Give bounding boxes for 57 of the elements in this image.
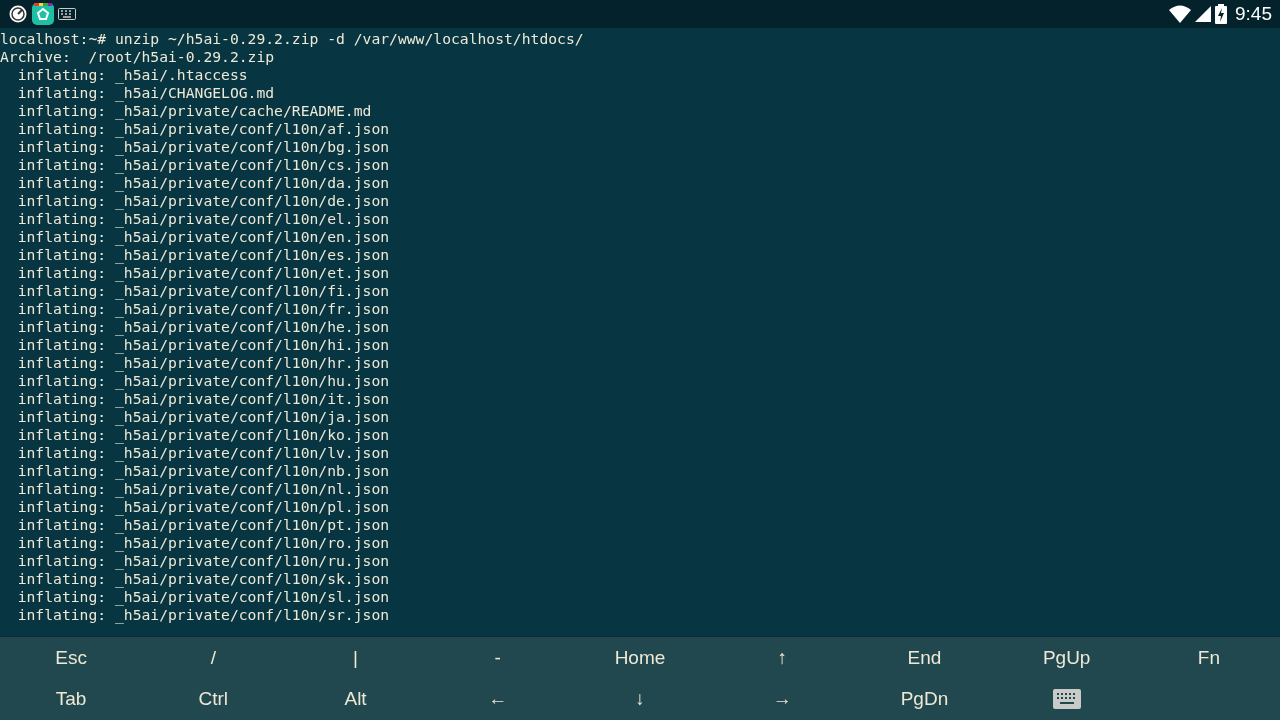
key-button[interactable]: ↓ xyxy=(633,685,647,714)
terminal-line: inflating: _h5ai/private/conf/l10n/sl.json xyxy=(16,588,390,606)
key-button[interactable]: - xyxy=(492,643,503,672)
terminal-line: inflating: _h5ai/private/conf/l10n/nl.json xyxy=(16,480,390,498)
terminal-line: inflating: _h5ai/private/conf/l10n/cs.json xyxy=(16,156,390,174)
terminal-line: inflating: _h5ai/private/conf/l10n/sr.json xyxy=(16,606,390,624)
key-button[interactable]: / xyxy=(208,643,218,672)
terminal-line: localhost:~# unzip ~/h5ai-0.29.2.zip -d /var/www/localhost/htdocs/ xyxy=(0,30,584,48)
keyboard-icon xyxy=(58,8,76,20)
battery-charging-icon xyxy=(1215,4,1227,24)
key-button[interactable]: Esc xyxy=(53,643,89,672)
key-button[interactable]: | xyxy=(351,643,360,672)
terminal-line: inflating: _h5ai/private/conf/l10n/hu.json xyxy=(16,372,390,390)
terminal-line: inflating: _h5ai/private/conf/l10n/de.json xyxy=(16,192,390,210)
wifi-icon xyxy=(1169,5,1191,23)
key-button[interactable]: End xyxy=(905,643,944,672)
key-button[interactable]: Alt xyxy=(342,685,369,714)
signal-icon xyxy=(1195,6,1211,22)
terminal-line: inflating: _h5ai/private/conf/l10n/en.json xyxy=(16,228,390,246)
app-icon xyxy=(32,3,54,25)
terminal-line: inflating: _h5ai/private/conf/l10n/pt.json xyxy=(16,516,390,534)
terminal-line: inflating: _h5ai/private/conf/l10n/ro.json xyxy=(16,534,390,552)
key-button[interactable]: Fn xyxy=(1195,643,1222,672)
terminal-line: inflating: _h5ai/private/conf/l10n/fi.json xyxy=(16,282,390,300)
terminal-line: inflating: _h5ai/private/conf/l10n/hr.json xyxy=(16,354,390,372)
terminal-line: inflating: _h5ai/private/conf/l10n/he.json xyxy=(16,318,390,336)
terminal-line: inflating: _h5ai/private/conf/l10n/bg.json xyxy=(16,138,390,156)
terminal-line: inflating: _h5ai/private/conf/l10n/lv.json xyxy=(16,444,390,462)
key-button[interactable]: PgDn xyxy=(898,685,951,714)
terminal-line: inflating: _h5ai/CHANGELOG.md xyxy=(16,84,275,102)
terminal-line: inflating: _h5ai/private/conf/l10n/ru.json xyxy=(16,552,390,570)
terminal-line: inflating: _h5ai/private/conf/l10n/et.json xyxy=(16,264,390,282)
key-button[interactable]: → xyxy=(770,685,794,714)
terminal-line: inflating: _h5ai/private/conf/l10n/sk.json xyxy=(16,570,390,588)
speedometer-icon xyxy=(8,4,28,24)
key-button[interactable]: Home xyxy=(612,643,668,672)
terminal-line: inflating: _h5ai/private/cache/README.md xyxy=(16,102,372,120)
key-button[interactable]: PgUp xyxy=(1040,643,1093,672)
terminal-line: inflating: _h5ai/private/conf/l10n/it.json xyxy=(16,390,390,408)
terminal-line: inflating: _h5ai/private/conf/l10n/af.json xyxy=(16,120,390,138)
clock-time: 9:45 xyxy=(1235,1,1272,26)
terminal-line: inflating: _h5ai/private/conf/l10n/ko.json xyxy=(16,426,390,444)
terminal-line: inflating: _h5ai/private/conf/l10n/el.json xyxy=(16,210,390,228)
keyboard-icon[interactable] xyxy=(1052,689,1081,710)
terminal-line: inflating: _h5ai/private/conf/l10n/da.json xyxy=(16,174,390,192)
terminal-line: inflating: _h5ai/private/conf/l10n/nb.json xyxy=(16,462,390,480)
key-button[interactable]: Tab xyxy=(53,685,89,714)
terminal-line: inflating: _h5ai/private/conf/l10n/ja.json xyxy=(16,408,390,426)
terminal-line: inflating: _h5ai/private/conf/l10n/pl.json xyxy=(16,498,390,516)
key-button[interactable]: Ctrl xyxy=(196,685,231,714)
terminal-line: Archive: /root/h5ai-0.29.2.zip xyxy=(0,48,275,66)
terminal-line: inflating: _h5ai/private/conf/l10n/es.json xyxy=(16,246,390,264)
terminal-line: inflating: _h5ai/private/conf/l10n/hi.json xyxy=(16,336,390,354)
key-button[interactable]: ↑ xyxy=(775,643,789,672)
terminal-line: inflating: _h5ai/.htaccess xyxy=(16,66,248,84)
terminal-line: inflating: _h5ai/private/conf/l10n/fr.json xyxy=(16,300,390,318)
key-button[interactable]: ← xyxy=(486,685,510,714)
